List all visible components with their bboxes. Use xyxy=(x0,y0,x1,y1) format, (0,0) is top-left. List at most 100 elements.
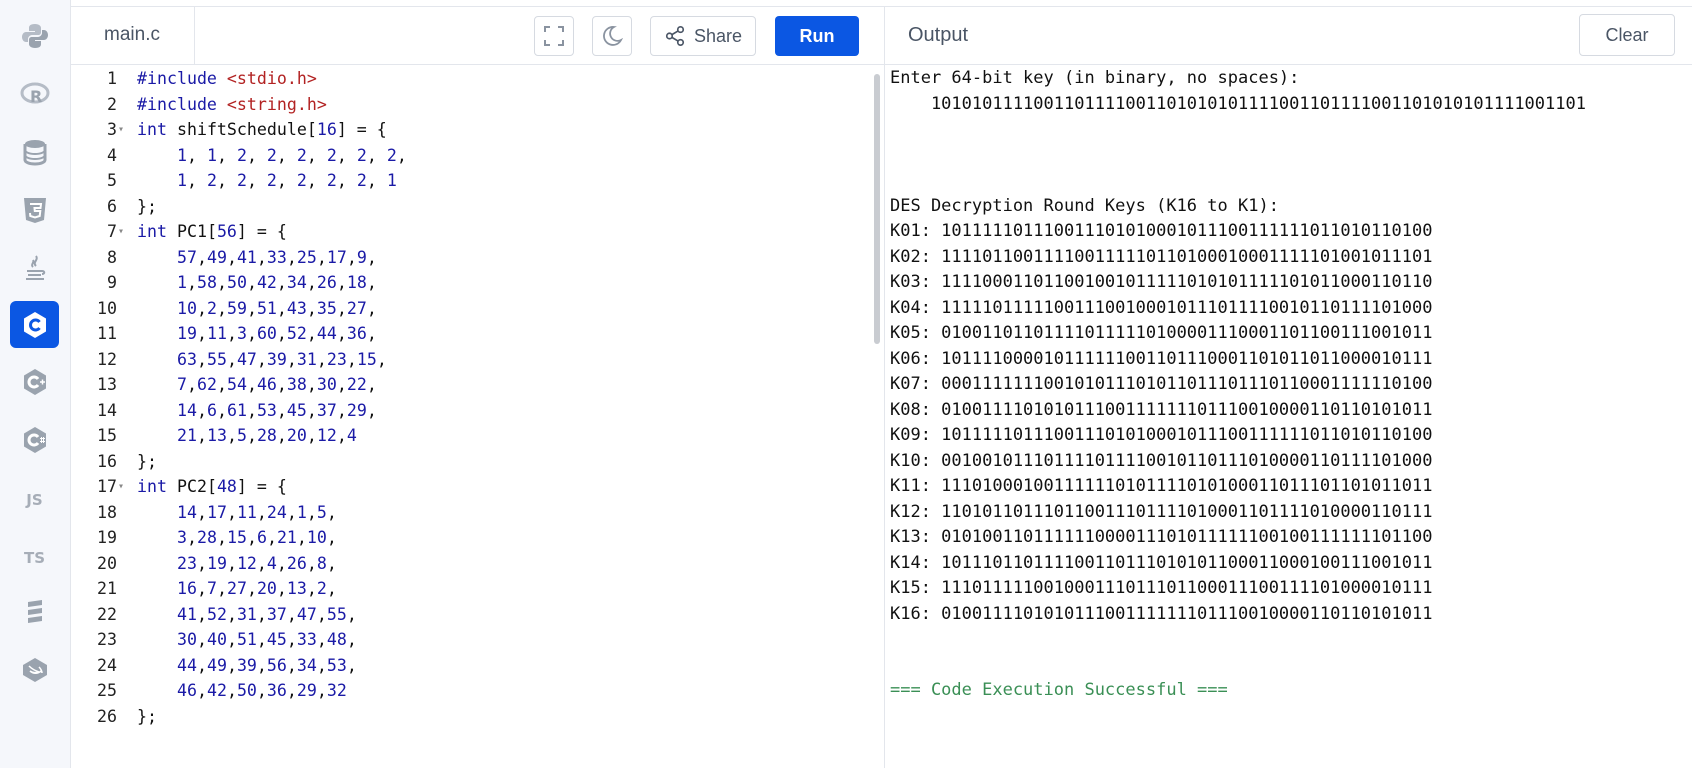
output-line: K16: 01001111010101110011111110111001000… xyxy=(890,603,1433,624)
code-editor[interactable]: 1 #include <stdio.h> 2 #include <string.h> 3… xyxy=(70,65,886,768)
fold-arrow-icon[interactable]: ▾ xyxy=(118,116,130,143)
output-line: K06: 10111100001011111100110111000110101… xyxy=(890,348,1433,369)
code-text: 1,58,50,42,34,26,18, xyxy=(176,273,377,292)
code-line[interactable]: 18 14,17,11,24,1,5, xyxy=(70,499,870,526)
fold-arrow-icon[interactable]: ▾ xyxy=(118,473,130,500)
panel-divider[interactable] xyxy=(884,6,885,768)
code-line[interactable]: 4 1, 1, 2, 2, 2, 2, 2, 2, xyxy=(70,142,870,169)
output-line: K07: 00011111110010101110101101110111011… xyxy=(890,374,1433,394)
share-icon xyxy=(665,26,685,46)
fullscreen-button[interactable] xyxy=(534,16,574,56)
line-number: 12 xyxy=(97,349,117,369)
language-sidebar: R JS TS xyxy=(0,0,71,768)
output-line: K10: 00100101110111101111001011011101000… xyxy=(890,450,1433,471)
line-number: 16 xyxy=(97,451,117,471)
code-line[interactable]: 8 57,49,41,33,25,17,9, xyxy=(70,244,870,271)
theme-toggle-button[interactable] xyxy=(592,16,632,56)
code-text: 63,55,47,39,31,23,15, xyxy=(176,349,387,369)
typescript-icon[interactable]: TS xyxy=(10,534,59,581)
code-line[interactable]: 3 ▾ int shiftSchedule[16] = { xyxy=(70,116,870,143)
code-text: 7,62,54,46,38,30,22, xyxy=(176,375,377,394)
code-text: #include <string.h> xyxy=(137,94,327,114)
code-line[interactable]: 23 30,40,51,45,33,48, xyxy=(70,626,870,653)
code-line[interactable]: 1 #include <stdio.h> xyxy=(70,65,870,92)
file-name: main.c xyxy=(104,24,160,45)
c-icon[interactable] xyxy=(10,301,59,348)
output-line: K13: 01010011011111100001110101111110010… xyxy=(890,527,1433,547)
expand-icon xyxy=(544,26,564,46)
output-line: K09: 10111110111001110101000101110011111… xyxy=(890,425,1433,445)
code-text: 19,11,3,60,52,44,36, xyxy=(176,324,377,343)
code-line[interactable]: 14 14,6,61,53,45,37,29, xyxy=(70,397,870,424)
line-number: 1 xyxy=(107,69,117,88)
python-icon[interactable] xyxy=(10,12,59,59)
editor-toolbar: main.c Share Run xyxy=(70,6,886,65)
line-number: 18 xyxy=(97,502,117,522)
swift-icon[interactable] xyxy=(10,646,59,693)
code-text: }; xyxy=(137,196,157,216)
code-text: }; xyxy=(137,451,157,471)
output-line: K04: 11111011111001110010001011101111001… xyxy=(890,297,1433,318)
svg-text:R: R xyxy=(30,87,42,106)
html5-icon[interactable] xyxy=(10,186,59,233)
code-line[interactable]: 7 ▾ int PC1[56] = { xyxy=(70,218,870,245)
output-toolbar: Output Clear xyxy=(885,6,1692,65)
scala-icon[interactable] xyxy=(10,588,59,635)
code-text: 14,17,11,24,1,5, xyxy=(176,502,337,522)
share-button[interactable]: Share xyxy=(650,16,756,56)
code-text: 30,40,51,45,33,48, xyxy=(176,630,357,649)
line-number: 22 xyxy=(97,604,117,624)
fold-arrow-icon[interactable]: ▾ xyxy=(118,218,130,245)
code-line[interactable]: 11 19,11,3,60,52,44,36, xyxy=(70,320,870,347)
output-line: DES Decryption Round Keys (K16 to K1): xyxy=(890,195,1279,216)
code-text: #include <stdio.h> xyxy=(137,69,317,88)
code-line[interactable]: 19 3,28,15,6,21,10, xyxy=(70,524,870,551)
output-line: K12: 11010110111011001110111101000110111… xyxy=(890,501,1433,522)
file-tab-main-c[interactable]: main.c xyxy=(70,6,195,64)
code-text: 23,19,12,4,26,8, xyxy=(176,553,337,573)
r-icon[interactable]: R xyxy=(10,70,59,117)
code-line[interactable]: 10 10,2,59,51,43,35,27, xyxy=(70,295,870,322)
code-text: 10,2,59,51,43,35,27, xyxy=(176,298,377,318)
code-text: 44,49,39,56,34,53, xyxy=(176,655,357,675)
code-line[interactable]: 2 #include <string.h> xyxy=(70,91,870,118)
clear-button[interactable]: Clear xyxy=(1579,14,1675,56)
output-line: K11: 11101000100111111010111101010001101… xyxy=(890,476,1433,496)
code-text: 46,42,50,36,29,32 xyxy=(176,681,347,700)
line-number: 24 xyxy=(97,655,117,675)
line-number: 5 xyxy=(107,171,117,190)
output-line: K02: 11110110011110011111011010001000111… xyxy=(890,246,1433,267)
code-line[interactable]: 16}; xyxy=(70,448,870,475)
line-number: 8 xyxy=(107,247,117,267)
code-line[interactable]: 24 44,49,39,56,34,53, xyxy=(70,652,870,679)
database-icon[interactable] xyxy=(10,128,59,175)
run-button[interactable]: Run xyxy=(775,16,859,56)
line-number: 17 xyxy=(97,477,117,496)
code-text: int PC1[56] = { xyxy=(137,222,287,241)
code-line[interactable]: 22 41,52,31,37,47,55, xyxy=(70,601,870,628)
line-number: 21 xyxy=(97,579,117,598)
code-text: int PC2[48] = { xyxy=(137,477,287,496)
code-line[interactable]: 17 ▾ int PC2[48] = { xyxy=(70,473,870,500)
code-line[interactable]: 12 63,55,47,39,31,23,15, xyxy=(70,346,870,373)
output-title: Output xyxy=(908,24,969,46)
line-number: 4 xyxy=(107,145,117,165)
line-number: 2 xyxy=(107,94,117,114)
code-line[interactable]: 15 21,13,5,28,20,12,4 xyxy=(70,422,870,449)
code-line[interactable]: 9 1,58,50,42,34,26,18, xyxy=(70,269,870,296)
code-line[interactable]: 5 1, 2, 2, 2, 2, 2, 2, 1 xyxy=(70,167,870,194)
csharp-icon[interactable] xyxy=(10,416,59,463)
code-line[interactable]: 25 46,42,50,36,29,32 xyxy=(70,677,870,704)
code-line[interactable]: 26}; xyxy=(70,703,870,730)
code-line[interactable]: 6}; xyxy=(70,193,870,220)
clear-label: Clear xyxy=(1605,24,1649,45)
cpp-icon[interactable] xyxy=(10,358,59,405)
code-text: 14,6,61,53,45,37,29, xyxy=(176,400,377,420)
java-icon[interactable] xyxy=(10,244,59,291)
editor-scrollbar[interactable] xyxy=(874,74,880,344)
javascript-icon[interactable]: JS xyxy=(10,476,59,523)
code-line[interactable]: 20 23,19,12,4,26,8, xyxy=(70,550,870,577)
code-line[interactable]: 13 7,62,54,46,38,30,22, xyxy=(70,371,870,398)
code-line[interactable]: 21 16,7,27,20,13,2, xyxy=(70,575,870,602)
line-number: 3 xyxy=(107,120,117,139)
